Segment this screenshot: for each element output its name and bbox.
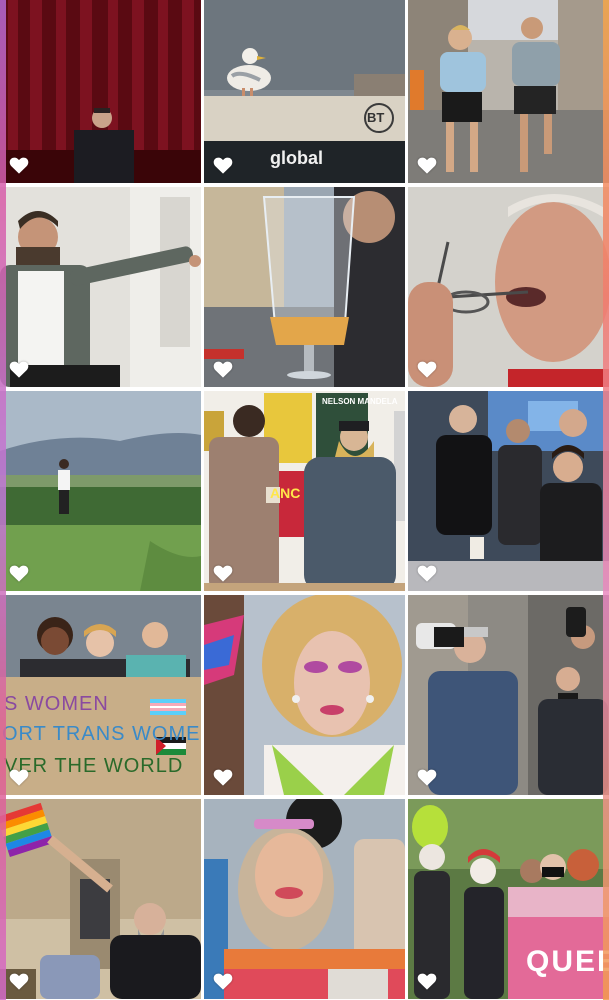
photo-tile[interactable] (408, 391, 609, 591)
photo-tile[interactable] (204, 595, 405, 795)
photo-tile[interactable] (0, 0, 201, 183)
favorite-heart-icon[interactable] (8, 155, 30, 175)
photo-tile[interactable]: QUEE (408, 799, 609, 999)
photo-smiling-woman-with-flag (204, 799, 405, 999)
photo-tile[interactable] (0, 391, 201, 591)
queer-banner-text: QUEE (526, 945, 609, 978)
photo-speaker-on-stage (0, 0, 201, 183)
protest-sign-line-3: VER THE WORLD (4, 755, 184, 777)
photo-drag-queen (204, 595, 405, 795)
photo-tile[interactable] (204, 187, 405, 387)
photo-grid: BT global ANC NELSON MANDELA S WOMEN ORT… (0, 0, 609, 1000)
photo-tile[interactable] (0, 187, 201, 387)
protest-sign-line-1: S WOMEN (4, 693, 109, 715)
protest-sign-line-2: ORT TRANS WOMEN (2, 723, 201, 745)
favorite-heart-icon[interactable] (8, 767, 30, 787)
favorite-heart-icon[interactable] (416, 359, 438, 379)
global-sign-text: global (270, 148, 323, 168)
photo-tile[interactable]: ANC NELSON MANDELA (204, 391, 405, 591)
favorite-heart-icon[interactable] (212, 563, 234, 583)
photo-gallery-conversation (204, 391, 405, 591)
photo-beer-glass (204, 187, 405, 387)
photo-tile[interactable]: S WOMEN ORT TRANS WOMEN VER THE WORLD (0, 595, 201, 795)
favorite-heart-icon[interactable] (212, 155, 234, 175)
favorite-heart-icon[interactable] (8, 359, 30, 379)
favorite-heart-icon[interactable] (8, 971, 30, 991)
photo-tile[interactable]: BT global (204, 0, 405, 183)
favorite-heart-icon[interactable] (212, 359, 234, 379)
photo-tile[interactable] (408, 0, 609, 183)
photo-photographers (408, 595, 609, 795)
photo-golf-course (0, 391, 201, 591)
favorite-heart-icon[interactable] (416, 563, 438, 583)
favorite-heart-icon[interactable] (416, 767, 438, 787)
favorite-heart-icon[interactable] (212, 971, 234, 991)
photo-man-with-pride-flag (0, 799, 201, 999)
photo-tile[interactable] (0, 799, 201, 999)
favorite-heart-icon[interactable] (416, 971, 438, 991)
photo-runners-on-street (408, 0, 609, 183)
favorite-heart-icon[interactable] (212, 767, 234, 787)
photo-tile[interactable] (408, 187, 609, 387)
favorite-heart-icon[interactable] (8, 563, 30, 583)
photo-event-crowd (408, 391, 609, 591)
photo-man-with-glasses (408, 187, 609, 387)
bt-logo: BT (367, 110, 385, 125)
photo-tile[interactable] (408, 595, 609, 795)
photo-man-pointing (0, 187, 201, 387)
photo-tile[interactable] (204, 799, 405, 999)
favorite-heart-icon[interactable] (416, 155, 438, 175)
poster-mandela-text: NELSON MANDELA (322, 397, 398, 406)
poster-anc-text: ANC (270, 485, 301, 501)
